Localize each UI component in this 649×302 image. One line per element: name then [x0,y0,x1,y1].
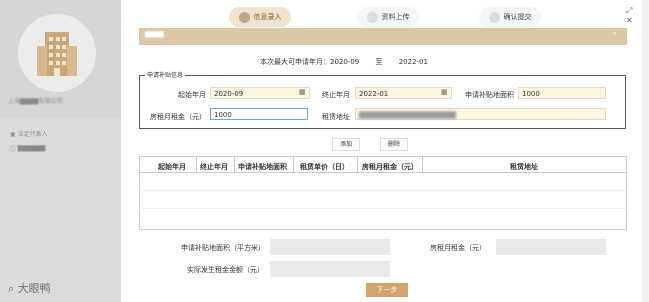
next-button[interactable]: 下一步 [366,283,408,297]
address-label: 租赁地址 [322,113,350,121]
step-info-entry[interactable]: 信息录入 [229,7,291,27]
address-input[interactable]: ▇▇▇▇▇▇▇▇▇▇▇▇▇▇▇▇▇▇ [355,108,606,120]
start-month-label: 起始年月 [178,91,206,99]
main-panel [121,0,642,302]
total-rent-field [496,239,606,255]
section-title: ▇▇▇▇ [145,31,164,38]
divider [139,190,627,191]
actual-rent-label: 实际发生租金金额（元） [187,266,264,274]
delete-button[interactable]: 删除 [380,138,408,151]
company-name: 上海▇▇▇▇有限公司 [8,98,63,105]
col-start: 起始年月 [158,163,186,171]
section-header [139,28,627,45]
scrollbar[interactable] [642,0,649,302]
calendar-icon[interactable]: ▦ [441,88,448,96]
add-button[interactable]: 添加 [332,138,360,151]
total-area-field [270,239,390,255]
divider [357,156,358,173]
divider [422,156,423,173]
col-end: 终止年月 [200,163,228,171]
col-unit-price: 租赁单价（日） [300,163,349,171]
legal-rep-label: ▣ 法定代表人 [10,131,48,138]
max-period-text: 本次最大可申请年月：2020-09 至 2022-01 [260,58,428,66]
area-label: 申请补贴地面积 [465,91,514,99]
col-area: 申请补贴地面积 [238,163,287,171]
company-avatar [18,14,96,92]
close-icon[interactable]: ✕ [626,16,633,25]
maximize-icon[interactable]: ⤢ [626,6,632,16]
brand-logo: ⌕ 大眼鸭 [8,282,51,295]
area-input[interactable]: 1000 [518,87,606,99]
step-dot-icon [366,11,378,23]
actual-rent-field [270,261,390,277]
divider [293,156,294,173]
phone-text: ▢ ▇▇▇▇▇▇ [10,145,46,152]
total-area-label: 申请补贴地面积（平方米） [181,244,265,252]
calendar-icon[interactable]: ▦ [299,88,306,96]
step-upload[interactable]: 资料上传 [357,7,419,27]
chevron-up-icon[interactable]: ⌃ [611,31,618,40]
divider [234,156,235,173]
building-icon [37,32,77,76]
step-confirm[interactable]: 确认提交 [479,7,541,27]
fieldset-legend: 申请补贴信息 [145,70,186,79]
col-address: 租赁地址 [510,163,538,171]
col-rent: 房租月租金（元） [362,163,418,171]
start-month-input[interactable]: 2020-09 [210,87,310,99]
end-month-input[interactable]: 2022-01 [355,87,452,99]
total-rent-label: 房租月租金（元） [430,244,486,252]
rent-input[interactable]: 1000 [210,108,308,120]
end-month-label: 终止年月 [322,91,350,99]
step-dot-icon [238,11,250,23]
rent-label: 房租月租金（元） [150,113,206,121]
divider [139,208,627,209]
step-dot-icon [488,11,500,23]
divider [196,156,197,173]
